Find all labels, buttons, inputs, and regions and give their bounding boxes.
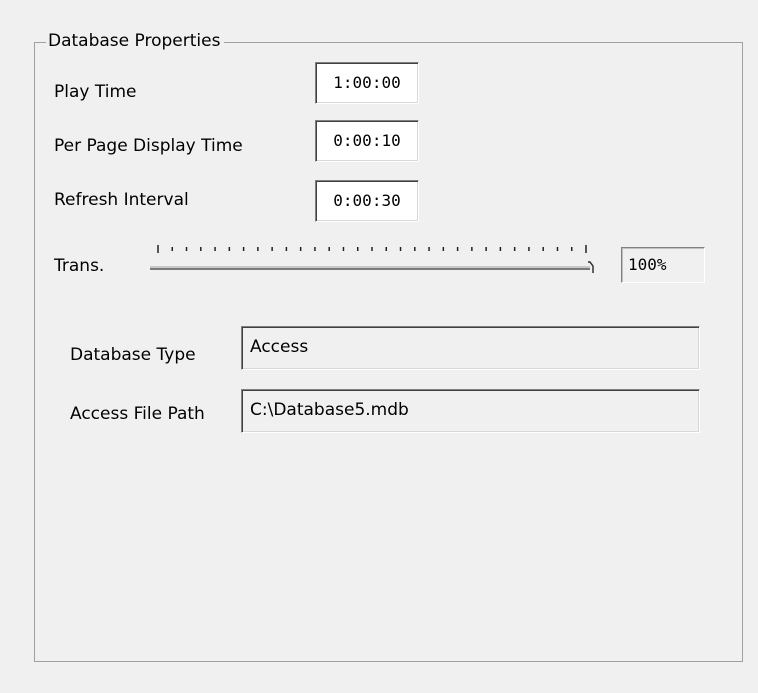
database-type-field[interactable]: Access (241, 326, 700, 370)
transparency-slider-graphic[interactable] (150, 240, 600, 280)
access-file-path-field[interactable]: C:\Database5.mdb (241, 389, 700, 433)
database-type-label: Database Type (70, 345, 196, 365)
group-title: Database Properties (46, 29, 225, 53)
access-file-path-label: Access File Path (70, 404, 205, 424)
slider-ticks (157, 245, 587, 253)
play-time-input[interactable]: 1:00:00 (315, 62, 419, 104)
play-time-label: Play Time (54, 82, 137, 102)
per-page-display-time-input[interactable]: 0:00:10 (315, 120, 419, 162)
per-page-display-time-label: Per Page Display Time (54, 136, 243, 156)
refresh-interval-input[interactable]: 0:00:30 (315, 180, 419, 222)
transparency-label: Trans. (54, 256, 105, 276)
refresh-interval-label: Refresh Interval (54, 190, 189, 210)
transparency-slider[interactable] (150, 240, 600, 280)
transparency-value: 100% (621, 247, 705, 283)
